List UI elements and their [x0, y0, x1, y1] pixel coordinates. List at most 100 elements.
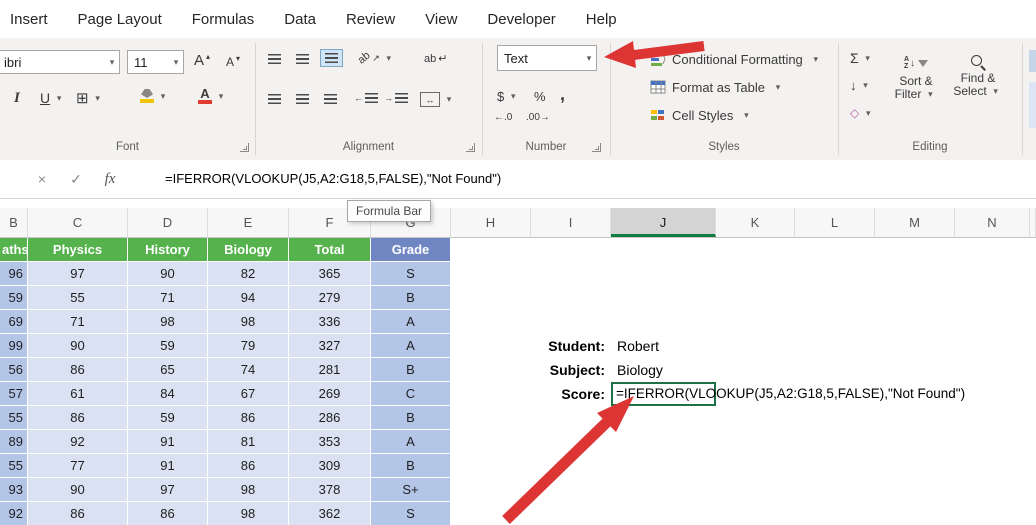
table-cell[interactable]: 327 — [289, 334, 371, 358]
table-cell[interactable]: 281 — [289, 358, 371, 382]
table-cell[interactable]: 79 — [208, 334, 289, 358]
table-cell[interactable]: 92 — [0, 502, 28, 525]
increase-decimal-button[interactable]: ←.0 — [494, 112, 512, 123]
table-cell[interactable]: 86 — [208, 454, 289, 478]
menu-tab-review[interactable]: Review — [346, 11, 395, 28]
comma-style-button[interactable]: , — [560, 84, 565, 105]
table-cell[interactable]: 98 — [208, 478, 289, 502]
table-cell[interactable]: 55 — [28, 286, 128, 310]
column-header-C[interactable]: C — [28, 208, 128, 237]
table-cell[interactable]: 99 — [0, 334, 28, 358]
increase-indent-button[interactable]: → — [384, 93, 408, 103]
table-cell[interactable]: 92 — [28, 430, 128, 454]
table-cell[interactable]: 98 — [208, 502, 289, 525]
table-cell[interactable]: 59 — [128, 334, 208, 358]
table-cell[interactable]: 86 — [28, 406, 128, 430]
table-cell[interactable]: 98 — [128, 310, 208, 334]
table-header-cell[interactable]: aths — [0, 238, 28, 262]
find-select-button[interactable]: Find & Select ▾ — [946, 54, 1010, 98]
student-label-cell[interactable]: Student: — [531, 334, 605, 358]
table-cell[interactable]: 69 — [0, 310, 28, 334]
enter-button[interactable]: ✓ — [66, 160, 86, 198]
table-cell[interactable]: 67 — [208, 382, 289, 406]
table-header-cell[interactable]: Total — [289, 238, 371, 262]
orientation-button[interactable]: ab ↗ ▾ — [356, 49, 396, 66]
alignment-dialog-launcher[interactable] — [466, 143, 475, 152]
table-cell[interactable]: 71 — [28, 310, 128, 334]
column-header-M[interactable]: M — [875, 208, 955, 237]
accounting-format-button[interactable]: $ ▾ — [497, 89, 520, 104]
wrap-text-button[interactable]: ab ↵ — [424, 52, 447, 66]
column-header-K[interactable]: K — [716, 208, 795, 237]
table-cell[interactable]: 57 — [0, 382, 28, 406]
table-cell[interactable]: 56 — [0, 358, 28, 382]
decrease-decimal-button[interactable]: .00→ — [526, 112, 550, 123]
number-dialog-launcher[interactable] — [592, 143, 601, 152]
column-header-D[interactable]: D — [128, 208, 208, 237]
clear-button[interactable]: ◇ ▾ — [850, 106, 875, 120]
menu-tab-help[interactable]: Help — [586, 11, 617, 28]
table-cell[interactable]: B — [371, 454, 451, 478]
column-header-I[interactable]: I — [531, 208, 611, 237]
table-cell[interactable]: 279 — [289, 286, 371, 310]
table-cell[interactable]: 84 — [128, 382, 208, 406]
score-label-cell[interactable]: Score: — [531, 382, 605, 406]
percent-style-button[interactable]: % — [534, 89, 546, 104]
autosum-button[interactable]: Σ ▾ — [850, 50, 875, 66]
align-right-button[interactable] — [324, 94, 337, 104]
menu-tab-view[interactable]: View — [425, 11, 457, 28]
column-header-H[interactable]: H — [451, 208, 531, 237]
column-header-N[interactable]: N — [955, 208, 1030, 237]
menu-tab-data[interactable]: Data — [284, 11, 316, 28]
font-color-button[interactable]: A ▾ — [198, 87, 228, 104]
table-cell[interactable]: A — [371, 310, 451, 334]
table-cell[interactable]: 86 — [128, 502, 208, 525]
align-top-button[interactable] — [268, 54, 281, 64]
formula-bar[interactable]: × ✓ fx =IFERROR(VLOOKUP(J5,A2:G18,5,FALS… — [0, 160, 1036, 199]
subject-label-cell[interactable]: Subject: — [531, 358, 605, 382]
table-cell[interactable]: 378 — [289, 478, 371, 502]
italic-button[interactable]: I — [14, 90, 20, 107]
table-cell[interactable]: B — [371, 286, 451, 310]
align-bottom-button[interactable] — [320, 49, 343, 67]
align-middle-button[interactable] — [296, 54, 309, 64]
table-cell[interactable]: 94 — [208, 286, 289, 310]
menu-tab-formulas[interactable]: Formulas — [192, 11, 255, 28]
font-name-combo[interactable]: ibri ▾ — [0, 50, 120, 74]
align-left-button[interactable] — [268, 94, 281, 104]
align-center-button[interactable] — [296, 94, 309, 104]
fill-color-button[interactable]: ▾ — [140, 89, 170, 103]
table-cell[interactable]: B — [371, 358, 451, 382]
table-cell[interactable]: 90 — [28, 334, 128, 358]
table-cell[interactable]: 55 — [0, 454, 28, 478]
table-cell[interactable]: C — [371, 382, 451, 406]
merge-center-button[interactable]: ↔ ▾ — [420, 92, 456, 107]
sort-filter-button[interactable]: AZ ↓ Sort & Filter ▾ — [886, 54, 946, 101]
table-cell[interactable]: 71 — [128, 286, 208, 310]
table-cell[interactable]: S — [371, 262, 451, 286]
table-cell[interactable]: 86 — [28, 502, 128, 525]
font-size-combo[interactable]: 11 ▾ — [127, 50, 184, 74]
table-cell[interactable]: 97 — [128, 478, 208, 502]
column-header-J[interactable]: J — [611, 208, 716, 237]
table-header-cell[interactable]: Biology — [208, 238, 289, 262]
insert-function-button[interactable]: fx — [100, 160, 120, 198]
table-header-cell[interactable]: History — [128, 238, 208, 262]
table-cell[interactable]: 362 — [289, 502, 371, 525]
table-cell[interactable]: 89 — [0, 430, 28, 454]
font-dialog-launcher[interactable] — [240, 143, 249, 152]
table-cell[interactable]: 65 — [128, 358, 208, 382]
column-header-B[interactable]: B — [0, 208, 28, 237]
table-cell[interactable]: 365 — [289, 262, 371, 286]
table-cell[interactable]: S — [371, 502, 451, 525]
cancel-button[interactable]: × — [32, 160, 52, 198]
table-cell[interactable]: 59 — [0, 286, 28, 310]
formula-bar-input[interactable]: =IFERROR(VLOOKUP(J5,A2:G18,5,FALSE),"Not… — [165, 160, 501, 198]
table-cell[interactable]: 90 — [28, 478, 128, 502]
menu-tab-insert[interactable]: Insert — [10, 11, 48, 28]
table-cell[interactable]: 98 — [208, 310, 289, 334]
cell-styles-button[interactable]: Cell Styles ▾ — [650, 106, 753, 124]
borders-button[interactable]: ⊞ ▾ — [76, 89, 105, 107]
menu-tab-page-layout[interactable]: Page Layout — [78, 11, 162, 28]
table-cell[interactable]: 59 — [128, 406, 208, 430]
